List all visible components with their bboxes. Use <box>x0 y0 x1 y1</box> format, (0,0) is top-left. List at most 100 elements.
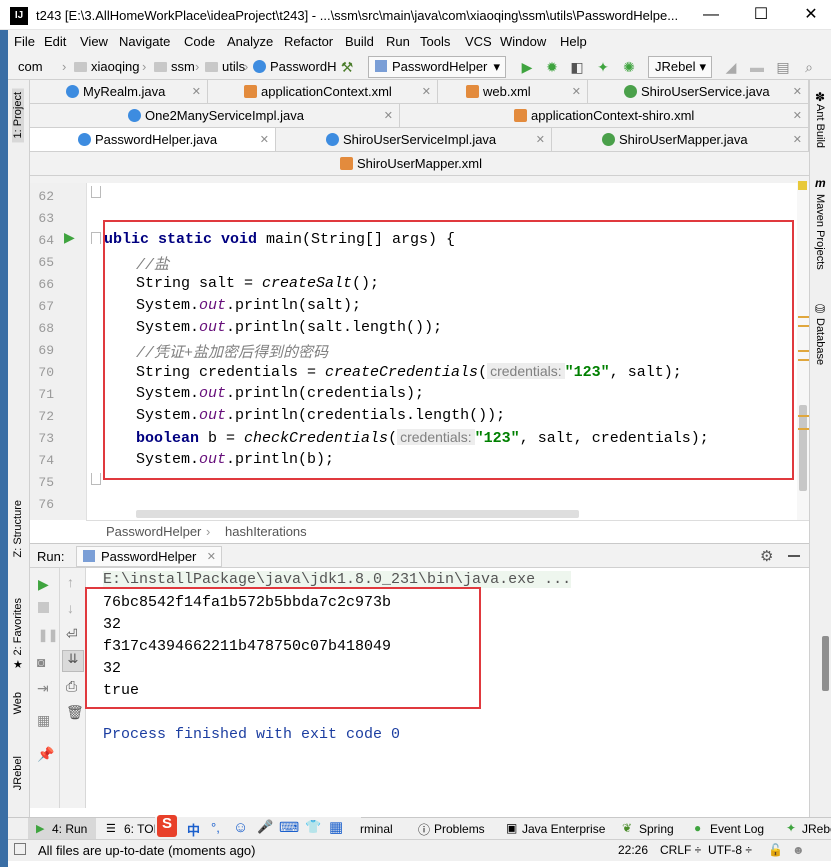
run-gutter-icon[interactable]: ▶ <box>64 229 75 246</box>
print-icon[interactable]: ⎙ <box>66 678 77 695</box>
tool-tab-event-log[interactable]: Event Log <box>710 822 764 836</box>
tab-one2manyserviceimpl[interactable]: One2ManyServiceImpl.java ✕ <box>30 104 400 128</box>
run-icon[interactable]: ▶ <box>518 58 536 76</box>
minimize-button[interactable]: — <box>700 4 722 26</box>
ime-voice-icon[interactable]: 🎤 <box>257 819 273 835</box>
tool-tab-terminal[interactable]: rminal <box>360 822 393 836</box>
breadcrumb-xiaoqing[interactable]: xiaoqing <box>74 59 139 74</box>
run-config-select[interactable]: PasswordHelper ▾ <box>368 56 506 78</box>
gear-icon[interactable]: ⚙ <box>760 547 773 565</box>
ime-punctuation[interactable]: °, <box>211 820 220 835</box>
file-encoding[interactable]: UTF-8 ÷ <box>708 843 752 857</box>
pin-icon[interactable]: 📌 <box>37 746 54 763</box>
tab-shirouserserviceimpl[interactable]: ShiroUserServiceImpl.java ✕ <box>276 128 552 152</box>
build-hammer-icon[interactable]: ⚒ <box>338 58 356 76</box>
tab-shirouserservice[interactable]: ShiroUserService.java ✕ <box>588 80 809 104</box>
tool-tab-spring[interactable]: Spring <box>639 822 674 836</box>
debug-icon[interactable]: ✹ <box>543 58 561 76</box>
ime-toolbox-icon[interactable]: ▦ <box>329 818 343 836</box>
line-separator[interactable]: CRLF ÷ <box>660 843 701 857</box>
breadcrumb-ssm[interactable]: ssm <box>154 59 195 74</box>
scroll-to-end-icon[interactable]: ⇊ <box>62 650 84 672</box>
ime-skin-icon[interactable]: 👕 <box>305 819 321 835</box>
breadcrumb-passwordhelper[interactable]: PasswordH <box>253 59 336 74</box>
tab-web-xml[interactable]: web.xml ✕ <box>438 80 588 104</box>
up-arrow-icon[interactable]: ↑ <box>67 574 74 590</box>
tool-tab-run[interactable]: 4: Run <box>52 822 87 836</box>
close-icon[interactable]: ✕ <box>207 550 216 563</box>
fold-icon[interactable] <box>91 186 101 198</box>
soft-wrap-icon[interactable]: ⏎ <box>66 626 78 643</box>
ime-keyboard-icon[interactable]: ⌨ <box>279 819 299 836</box>
rerun-icon[interactable]: ▶ <box>38 576 49 593</box>
close-icon[interactable]: ✕ <box>192 85 201 98</box>
jrebel-debug-icon[interactable]: ✺ <box>620 58 638 76</box>
warning-stripe[interactable] <box>798 415 809 417</box>
tool-tab-java-enterprise[interactable]: Java Enterprise <box>522 822 605 836</box>
tool-windows-toggle-icon[interactable] <box>14 843 26 855</box>
jrebel-select[interactable]: JRebel ▾ <box>648 56 712 78</box>
warning-stripe[interactable] <box>798 359 809 361</box>
search-everywhere-icon[interactable]: ⌕ <box>800 58 818 76</box>
maximize-button[interactable]: ☐ <box>750 4 772 26</box>
tool-tab-jrebel[interactable]: JRebe <box>802 822 831 836</box>
close-icon[interactable]: ✕ <box>384 109 393 122</box>
hide-panel-icon[interactable] <box>788 555 800 557</box>
breadcrumb-com[interactable]: com <box>18 59 43 74</box>
fold-icon[interactable] <box>91 473 101 485</box>
trash-icon[interactable]: 🗑 <box>66 704 84 721</box>
lock-icon[interactable]: 🔓 <box>768 843 783 857</box>
menu-file[interactable]: File <box>14 34 35 49</box>
editor-scrollbar-thumb[interactable] <box>799 405 807 491</box>
ime-chinese-mode[interactable]: 中 <box>187 820 200 839</box>
sogou-ime-icon[interactable]: S <box>157 815 177 837</box>
coverage-icon[interactable]: ◧ <box>568 58 586 76</box>
camera-icon[interactable]: ◙ <box>37 654 45 670</box>
structure-tool-tab[interactable]: Z: Structure <box>12 500 24 557</box>
menu-help[interactable]: Help <box>560 34 587 49</box>
menu-window[interactable]: Window <box>500 34 546 49</box>
close-icon[interactable]: ✕ <box>422 85 431 98</box>
fold-icon[interactable] <box>91 232 101 244</box>
menu-vcs[interactable]: VCS <box>465 34 492 49</box>
pause-icon[interactable]: ❚❚ <box>38 628 58 642</box>
menu-tools[interactable]: Tools <box>420 34 450 49</box>
crumb-class[interactable]: PasswordHelper <box>106 524 201 539</box>
jrebel-tool-tab[interactable]: JRebel <box>12 756 24 790</box>
layout-icon[interactable]: ▦ <box>37 712 50 729</box>
tab-applicationcontext[interactable]: applicationContext.xml ✕ <box>208 80 438 104</box>
run-tab-passwordhelper[interactable]: PasswordHelper ✕ <box>76 546 222 567</box>
warning-stripe[interactable] <box>798 316 809 318</box>
tab-shirousermapper-xml[interactable]: ShiroUserMapper.xml <box>30 152 809 176</box>
tool-tab-problems[interactable]: Problems <box>434 822 485 836</box>
ant-build-tool-tab[interactable]: Ant Build <box>814 104 826 148</box>
tab-myrealm[interactable]: MyRealm.java ✕ <box>30 80 208 104</box>
close-icon[interactable]: ✕ <box>793 85 802 98</box>
menu-refactor[interactable]: Refactor <box>284 34 333 49</box>
warning-stripe[interactable] <box>798 325 809 327</box>
menu-edit[interactable]: Edit <box>44 34 66 49</box>
project-tool-tab[interactable]: 1: Project <box>12 88 24 143</box>
tab-applicationcontext-shiro[interactable]: applicationContext-shiro.xml ✕ <box>400 104 809 128</box>
tab-passwordhelper[interactable]: PasswordHelper.java ✕ <box>30 128 276 152</box>
close-icon[interactable]: ✕ <box>793 133 802 146</box>
jrebel-run-icon[interactable]: ✦ <box>594 58 612 76</box>
structure-icon[interactable]: ▤ <box>774 58 792 76</box>
warning-stripe[interactable] <box>798 350 809 352</box>
close-icon[interactable]: ✕ <box>260 133 269 146</box>
inspection-status-icon[interactable] <box>798 181 807 190</box>
favorites-tool-tab[interactable]: 2: Favorites <box>12 598 24 655</box>
menu-build[interactable]: Build <box>345 34 374 49</box>
close-icon[interactable]: ✕ <box>572 85 581 98</box>
web-tool-tab[interactable]: Web <box>12 692 24 714</box>
menu-navigate[interactable]: Navigate <box>119 34 170 49</box>
close-icon[interactable]: ✕ <box>536 133 545 146</box>
down-arrow-icon[interactable]: ↓ <box>67 600 74 616</box>
ime-emoji-icon[interactable]: ☺ <box>233 819 248 836</box>
exit-icon[interactable]: ⇥ <box>37 680 49 697</box>
console-scrollbar-thumb[interactable] <box>822 636 829 691</box>
breadcrumb-utils[interactable]: utils <box>205 59 245 74</box>
warning-stripe[interactable] <box>798 428 809 430</box>
database-tool-tab[interactable]: Database <box>814 318 826 365</box>
stop-icon[interactable]: ◢ <box>722 58 740 76</box>
